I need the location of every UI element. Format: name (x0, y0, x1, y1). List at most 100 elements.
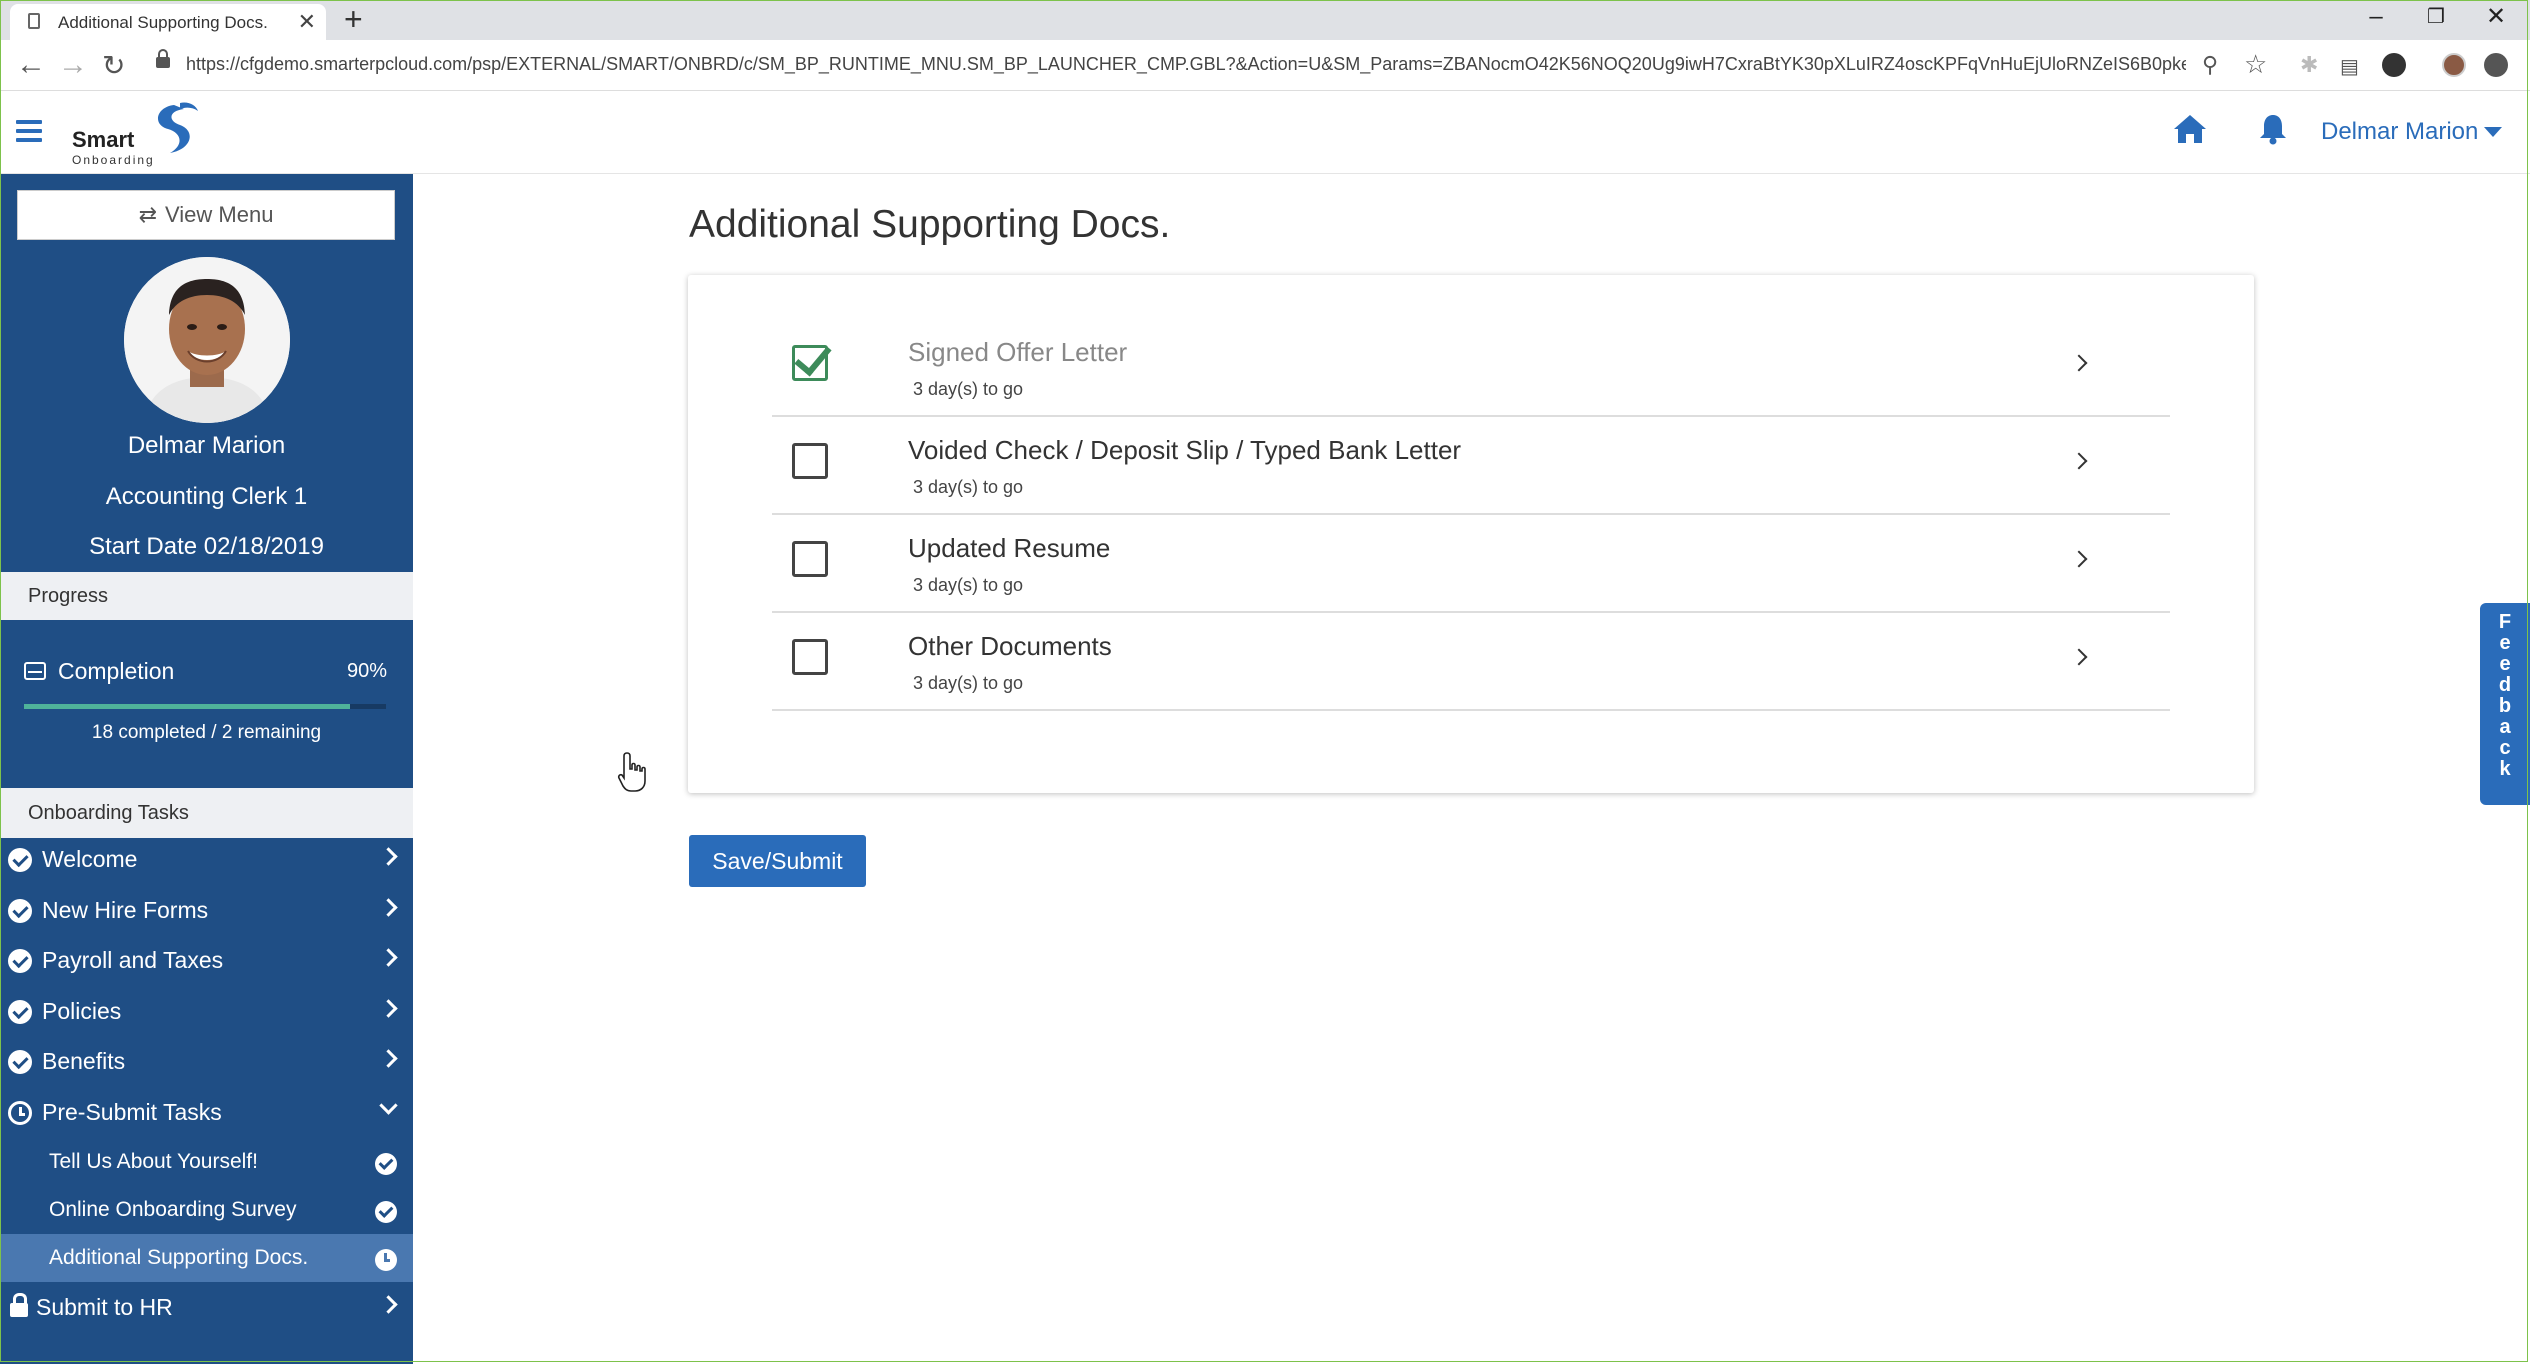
avatar (124, 257, 290, 423)
restore-button[interactable]: ❐ (2408, 0, 2464, 36)
document-row[interactable]: Updated Resume 3 day(s) to go (772, 515, 2170, 613)
inbox-icon (24, 662, 46, 680)
app-header: Smart Onboarding Delmar Marion (0, 91, 2530, 174)
task-label: Pre-Submit Tasks (42, 1099, 222, 1125)
home-icon[interactable] (2172, 113, 2208, 145)
chevron-down-icon (379, 1096, 398, 1115)
view-menu-button[interactable]: ⇄ View Menu (17, 190, 395, 240)
document-checkbox[interactable] (792, 443, 828, 479)
bell-icon[interactable] (2258, 113, 2288, 145)
reload-icon[interactable]: ↻ (102, 49, 125, 82)
lock-icon (10, 1293, 28, 1317)
forward-icon[interactable]: → (58, 48, 88, 82)
smart-onboarding-logo[interactable]: Smart Onboarding (70, 99, 210, 167)
extension-icon[interactable] (2382, 53, 2406, 77)
feedback-letter: e (2499, 632, 2511, 654)
browser-toolbar: ← → ↻ https://cfgdemo.smarterpcloud.com/… (0, 40, 2530, 91)
document-title: Voided Check / Deposit Slip / Typed Bank… (908, 435, 1462, 465)
completion-label: Completion (58, 658, 175, 684)
subtask-online-onboarding-survey[interactable]: Online Onboarding Survey (0, 1186, 413, 1234)
task-label: Welcome (42, 846, 138, 872)
menu-icon[interactable] (2484, 53, 2508, 77)
logo-swirl-icon (157, 102, 198, 153)
task-pre-submit-tasks[interactable]: Pre-Submit Tasks (0, 1088, 413, 1138)
zoom-icon[interactable]: ⚲ (2202, 52, 2218, 78)
document-title: Other Documents (908, 631, 1112, 661)
document-checkbox[interactable] (792, 639, 828, 675)
feedback-tab[interactable]: Feedback (2480, 603, 2530, 805)
document-due: 3 day(s) to go (913, 673, 1024, 693)
documents-card: Signed Offer Letter 3 day(s) to go Voide… (688, 275, 2254, 793)
chevron-right-icon (379, 1295, 398, 1314)
profile-icon[interactable] (2442, 53, 2466, 77)
subtask-label: Additional Supporting Docs. (49, 1246, 309, 1269)
page-title: Additional Supporting Docs. (689, 203, 1171, 246)
tab-close-icon[interactable]: ✕ (298, 9, 316, 35)
document-title: Signed Offer Letter (908, 337, 1128, 367)
address-bar[interactable]: https://cfgdemo.smarterpcloud.com/psp/EX… (186, 54, 2186, 75)
clock-icon (8, 1101, 32, 1125)
check-circle-icon (8, 1050, 32, 1074)
minimize-button[interactable]: – (2348, 0, 2404, 36)
chevron-right-icon[interactable] (2070, 648, 2088, 666)
task-payroll-and-taxes[interactable]: Payroll and Taxes (0, 936, 413, 986)
task-label: Policies (42, 998, 122, 1024)
save-submit-button[interactable]: Save/Submit (689, 835, 866, 887)
task-label: Payroll and Taxes (42, 947, 224, 973)
window-close-button[interactable]: ✕ (2468, 0, 2524, 36)
tab-title: Additional Supporting Docs. (58, 13, 268, 32)
feedback-label: Feedback (2480, 603, 2530, 780)
star-icon[interactable]: ☆ (2244, 49, 2267, 80)
check-circle-icon (375, 1201, 397, 1223)
progress-bar (24, 704, 386, 709)
check-circle-icon (375, 1153, 397, 1175)
completion-percent: 90% (346, 660, 387, 682)
hamburger-menu-icon[interactable] (16, 120, 42, 142)
document-due: 3 day(s) to go (913, 379, 1024, 399)
chevron-right-icon (379, 948, 398, 967)
subtask-additional-supporting-docs[interactable]: Additional Supporting Docs. (0, 1234, 413, 1282)
progress-heading: Progress (0, 572, 413, 620)
task-submit-to-hr[interactable]: Submit to HR (0, 1283, 413, 1333)
feedback-letter: b (2498, 695, 2512, 717)
subtask-tell-us-about-yourself[interactable]: Tell Us About Yourself! (0, 1138, 413, 1186)
sidebar: ⇄ View Menu Delmar Marion Accounting Cler… (0, 174, 413, 1364)
page-icon (28, 13, 40, 29)
employee-name: Delmar Marion (127, 432, 286, 459)
browser-tabstrip: Additional Supporting Docs. ✕ + – ❐ ✕ (0, 0, 2530, 40)
task-label: New Hire Forms (42, 897, 209, 923)
chevron-right-icon[interactable] (2070, 550, 2088, 568)
new-tab-button[interactable]: + (344, 1, 363, 38)
chevron-down-icon[interactable] (2484, 127, 2502, 137)
task-label: Benefits (42, 1048, 126, 1074)
extension-icon[interactable]: ✱ (2300, 52, 2318, 78)
chevron-right-icon (379, 847, 398, 866)
document-due: 3 day(s) to go (913, 575, 1024, 595)
user-menu[interactable]: Delmar Marion (2321, 118, 2478, 146)
start-date: Start Date 02/18/2019 (89, 533, 324, 560)
chevron-right-icon[interactable] (2070, 354, 2088, 372)
swap-arrows-icon: ⇄ (138, 202, 157, 227)
document-checkbox[interactable] (792, 541, 828, 577)
feedback-letter: e (2499, 653, 2511, 675)
chevron-right-icon[interactable] (2070, 452, 2088, 470)
browser-tab[interactable]: Additional Supporting Docs. ✕ (10, 4, 326, 40)
check-circle-icon (8, 899, 32, 923)
document-row[interactable]: Other Documents 3 day(s) to go (772, 613, 2170, 711)
progress-bar-fill (24, 704, 350, 709)
task-label: Submit to HR (36, 1294, 173, 1320)
document-row[interactable]: Voided Check / Deposit Slip / Typed Bank… (772, 417, 2170, 515)
check-circle-icon (8, 949, 32, 973)
logo-subtitle: Onboarding (72, 153, 155, 167)
document-row[interactable]: Signed Offer Letter 3 day(s) to go (772, 319, 2170, 417)
back-icon[interactable]: ← (16, 48, 46, 82)
task-policies[interactable]: Policies (0, 987, 413, 1037)
document-checkbox[interactable] (792, 345, 828, 381)
feedback-letter: c (2499, 737, 2511, 759)
task-new-hire-forms[interactable]: New Hire Forms (0, 886, 413, 936)
task-benefits[interactable]: Benefits (0, 1037, 413, 1087)
task-welcome[interactable]: Welcome (0, 835, 413, 885)
document-title: Updated Resume (908, 533, 1111, 563)
chevron-right-icon (379, 1049, 398, 1068)
extension-icon[interactable]: ▤ (2340, 54, 2359, 79)
